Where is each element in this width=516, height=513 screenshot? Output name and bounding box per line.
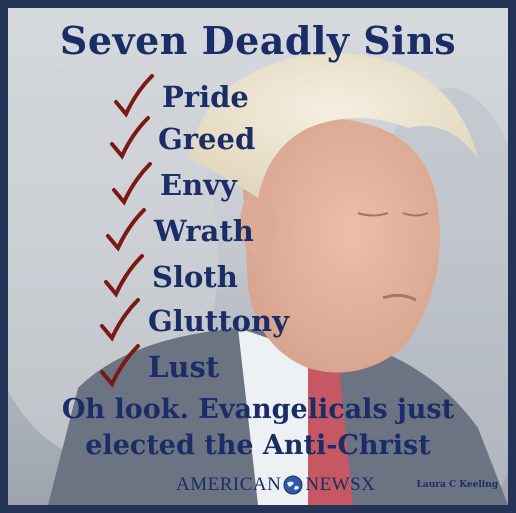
sin-label: Gluttony — [148, 304, 289, 338]
caption-line-2: elected the Anti-Christ — [85, 430, 431, 461]
brand-text-right: NEWSX — [305, 474, 376, 495]
checkmark-icon — [100, 298, 140, 342]
brand-text-left: AMERICAN — [176, 474, 282, 495]
checkmark-icon — [106, 208, 146, 252]
brand-logo: AMERICAN NEWSX — [176, 474, 375, 496]
sin-label: Greed — [158, 122, 256, 156]
checkmark-icon — [110, 116, 150, 160]
checkmark-icon — [100, 344, 140, 388]
checkmark-icon — [104, 254, 144, 298]
checkmark-icon — [112, 162, 152, 206]
meme-title: Seven Deadly Sins — [59, 18, 457, 63]
sin-label: Lust — [148, 350, 220, 384]
checkmark-icon — [114, 74, 154, 118]
meme-frame: Seven Deadly Sins Pride Greed Envy Wrath… — [0, 0, 516, 513]
sin-label: Pride — [162, 80, 249, 114]
sin-label: Sloth — [152, 260, 238, 294]
meme-caption: Oh look. Evangelicals just elected the A… — [8, 392, 508, 464]
sin-label: Envy — [160, 168, 237, 202]
sins-list: Pride Greed Envy Wrath Sloth Gluttony Lu… — [88, 68, 388, 388]
sin-label: Wrath — [154, 214, 254, 248]
globe-icon — [283, 475, 303, 495]
author-credit: Laura C Keeling — [416, 480, 498, 490]
caption-line-1: Oh look. Evangelicals just — [61, 394, 455, 425]
